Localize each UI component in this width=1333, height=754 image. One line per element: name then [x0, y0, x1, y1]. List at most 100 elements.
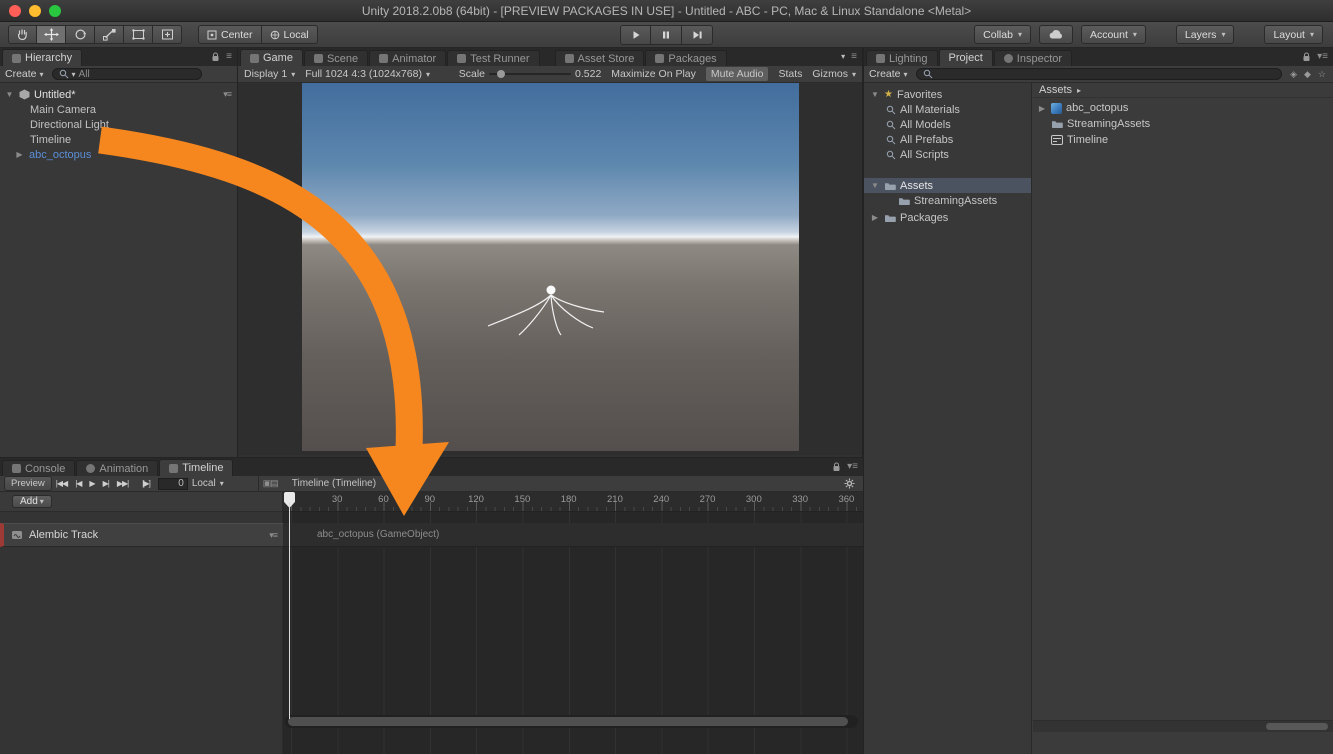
frame-field[interactable]: 0 — [158, 478, 188, 490]
hierarchy-item-abc-octopus[interactable]: ▶ abc_octopus — [0, 147, 237, 162]
save-search-icon[interactable]: ☆ — [1318, 69, 1326, 80]
play-range-icon[interactable]: [▶] — [138, 479, 154, 488]
zoom-window-button[interactable] — [49, 5, 61, 17]
favorites-row[interactable]: ▼ ★ Favorites — [864, 87, 1031, 102]
project-search-input[interactable] — [916, 68, 1283, 80]
timeline-play-icon[interactable]: ▶ — [85, 479, 98, 488]
previous-frame-icon[interactable]: |◀ — [71, 479, 85, 488]
play-button[interactable] — [620, 25, 651, 45]
lock-icon[interactable] — [832, 462, 841, 472]
step-button[interactable] — [682, 25, 713, 45]
layout-dropdown[interactable]: Layout ▾ — [1264, 25, 1323, 44]
packages-folder-row[interactable]: ▶ Packages — [864, 210, 1031, 225]
project-create-dropdown[interactable]: Create ▾ — [869, 68, 908, 80]
foldout-open-icon[interactable]: ▼ — [870, 90, 880, 99]
timeline-ruler[interactable] — [283, 492, 863, 512]
account-dropdown[interactable]: Account ▾ — [1081, 25, 1146, 44]
asset-timeline[interactable]: Timeline — [1033, 132, 1333, 148]
panel-menu-icon[interactable]: ▾≡ — [1317, 51, 1328, 62]
foldout-closed-icon[interactable]: ▶ — [14, 150, 25, 159]
space-mode-button[interactable]: Local — [262, 25, 318, 44]
search-by-label-icon[interactable]: ◆ — [1304, 69, 1311, 80]
tab-animation[interactable]: Animation — [76, 460, 158, 476]
tab-scene[interactable]: Scene — [304, 50, 368, 66]
collab-dropdown[interactable]: Collab ▾ — [974, 25, 1031, 44]
alembic-track-lane[interactable]: abc_octopus (GameObject) — [283, 523, 863, 547]
timeline-horizontal-scrollbar[interactable] — [285, 715, 858, 728]
transform-tool-button[interactable] — [153, 25, 182, 44]
chevron-down-icon[interactable]: ▾ — [841, 52, 845, 61]
cloud-services-button[interactable] — [1039, 25, 1073, 44]
panel-menu-icon[interactable]: ≡ — [226, 51, 232, 62]
maximize-on-play-toggle[interactable]: Maximize On Play — [611, 68, 696, 80]
alembic-track-header[interactable]: Alembic Track ▾≡ — [0, 523, 283, 547]
tab-asset-store[interactable]: Asset Store — [555, 50, 645, 66]
pause-button[interactable] — [651, 25, 682, 45]
layers-dropdown[interactable]: Layers ▾ — [1176, 25, 1235, 44]
hierarchy-item-timeline[interactable]: Timeline — [0, 132, 237, 147]
tab-game[interactable]: Game — [240, 49, 303, 66]
tab-test-runner[interactable]: Test Runner — [447, 50, 539, 66]
close-window-button[interactable] — [9, 5, 21, 17]
stats-toggle[interactable]: Stats — [778, 68, 802, 80]
scale-tool-button[interactable] — [95, 25, 124, 44]
tab-animator[interactable]: Animator — [369, 50, 446, 66]
timeline-units-dropdown[interactable]: Local ▾ — [192, 478, 224, 489]
breadcrumb-label[interactable]: Assets — [1039, 84, 1072, 96]
breadcrumb-icon[interactable]: ▤ — [270, 478, 278, 489]
foldout-closed-icon[interactable]: ▶ — [870, 213, 880, 222]
hand-tool-button[interactable] — [8, 25, 37, 44]
mute-audio-toggle[interactable]: Mute Audio — [706, 67, 769, 81]
panel-menu-icon[interactable]: ▾≡ — [847, 461, 858, 472]
hierarchy-item-main-camera[interactable]: Main Camera — [0, 102, 237, 117]
favorite-all-materials[interactable]: All Materials — [864, 102, 1031, 117]
pivot-mode-button[interactable]: Center — [198, 25, 262, 44]
preview-toggle[interactable]: Preview — [4, 476, 52, 491]
hierarchy-search-input[interactable]: ▾ All — [52, 68, 202, 80]
panel-menu-icon[interactable]: ≡ — [851, 51, 857, 62]
favorite-all-scripts[interactable]: All Scripts — [864, 147, 1031, 162]
tab-packages[interactable]: Packages — [645, 50, 726, 66]
foldout-open-icon[interactable]: ▼ — [4, 90, 15, 99]
foldout-closed-icon[interactable]: ▶ — [1037, 104, 1047, 113]
tab-lighting[interactable]: Lighting — [866, 50, 938, 66]
edit-mode-icon[interactable]: ▣ — [263, 478, 271, 489]
hierarchy-item-directional-light[interactable]: Directional Light — [0, 117, 237, 132]
hierarchy-scene-row[interactable]: ▼ Untitled* ▾≡ — [0, 87, 237, 102]
next-frame-icon[interactable]: ▶| — [99, 479, 113, 488]
tab-inspector[interactable]: Inspector — [994, 50, 1072, 66]
project-horizontal-scrollbar[interactable] — [1033, 720, 1333, 732]
add-track-button[interactable]: Add ▾ — [12, 495, 52, 508]
streaming-assets-folder-row[interactable]: StreamingAssets — [864, 193, 1031, 208]
track-options-icon[interactable]: ▾≡ — [269, 530, 277, 541]
gizmos-dropdown[interactable]: Gizmos ▾ — [812, 68, 856, 80]
rotate-tool-button[interactable] — [66, 25, 95, 44]
display-dropdown[interactable]: Display 1 ▾ — [244, 68, 295, 80]
minimize-window-button[interactable] — [29, 5, 41, 17]
go-to-start-icon[interactable]: |◀◀ — [52, 479, 71, 488]
go-to-end-icon[interactable]: ▶▶| — [113, 479, 132, 488]
foldout-open-icon[interactable]: ▼ — [870, 181, 880, 190]
rect-tool-button[interactable] — [124, 25, 153, 44]
scrollbar-thumb[interactable] — [1266, 723, 1328, 730]
scene-options-icon[interactable]: ▾≡ — [223, 89, 231, 100]
hierarchy-create-dropdown[interactable]: Create ▾ — [5, 68, 44, 80]
assets-folder-row[interactable]: ▼ Assets — [864, 178, 1031, 193]
tab-console[interactable]: Console — [2, 460, 75, 476]
favorite-all-models[interactable]: All Models — [864, 117, 1031, 132]
timeline-settings-button[interactable] — [844, 478, 855, 489]
aspect-dropdown[interactable]: Full 1024 4:3 (1024x768) ▾ — [305, 68, 430, 80]
asset-streaming-assets[interactable]: StreamingAssets — [1033, 116, 1333, 132]
lock-icon[interactable] — [1302, 52, 1311, 62]
tab-hierarchy[interactable]: Hierarchy — [2, 49, 82, 66]
move-tool-button[interactable] — [37, 25, 66, 44]
scrollbar-thumb[interactable] — [288, 717, 848, 726]
lock-icon[interactable] — [211, 52, 220, 62]
scale-slider-knob[interactable] — [497, 70, 505, 78]
asset-abc-octopus[interactable]: ▶ abc_octopus — [1033, 100, 1333, 116]
tab-project[interactable]: Project — [939, 49, 993, 66]
scale-slider[interactable] — [489, 73, 571, 75]
tab-timeline[interactable]: Timeline — [159, 459, 233, 476]
favorite-all-prefabs[interactable]: All Prefabs — [864, 132, 1031, 147]
timeline-asset-name[interactable]: Timeline (Timeline) — [292, 478, 376, 489]
